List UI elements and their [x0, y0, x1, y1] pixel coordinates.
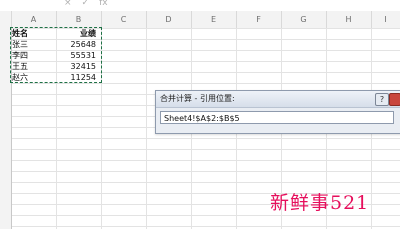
cancel-icon[interactable]: ×	[64, 0, 72, 8]
watermark-text: 新鲜事521	[270, 192, 370, 214]
column-header-e[interactable]: E	[191, 11, 237, 28]
column-header-i[interactable]: I	[371, 11, 400, 28]
column-header-d[interactable]: D	[146, 11, 192, 28]
enter-icon[interactable]: ✓	[82, 0, 90, 8]
dialog-title: 合并计算 - 引用位置:	[160, 94, 235, 103]
reference-input[interactable]: Sheet4!$A$2:$B$5	[160, 111, 394, 124]
column-header-g[interactable]: G	[281, 11, 327, 28]
close-button[interactable]	[389, 93, 400, 106]
column-header-c[interactable]: C	[101, 11, 147, 28]
column-header-b[interactable]: B	[56, 11, 102, 28]
consolidate-reference-dialog: 合并计算 - 引用位置: ? Sheet4!$A$2:$B$5	[155, 90, 400, 134]
column-header-h[interactable]: H	[326, 11, 372, 28]
formula-bar-icons: × ✓ fx	[64, 0, 108, 9]
column-header-f[interactable]: F	[236, 11, 282, 28]
dialog-title-bar[interactable]: 合并计算 - 引用位置: ?	[156, 91, 400, 108]
column-header-a[interactable]: A	[11, 11, 57, 28]
column-header-row: A B C D E F G H I	[0, 11, 400, 29]
fx-icon[interactable]: fx	[99, 0, 108, 8]
copy-selection-marquee	[10, 27, 102, 83]
help-button[interactable]: ?	[375, 93, 389, 106]
